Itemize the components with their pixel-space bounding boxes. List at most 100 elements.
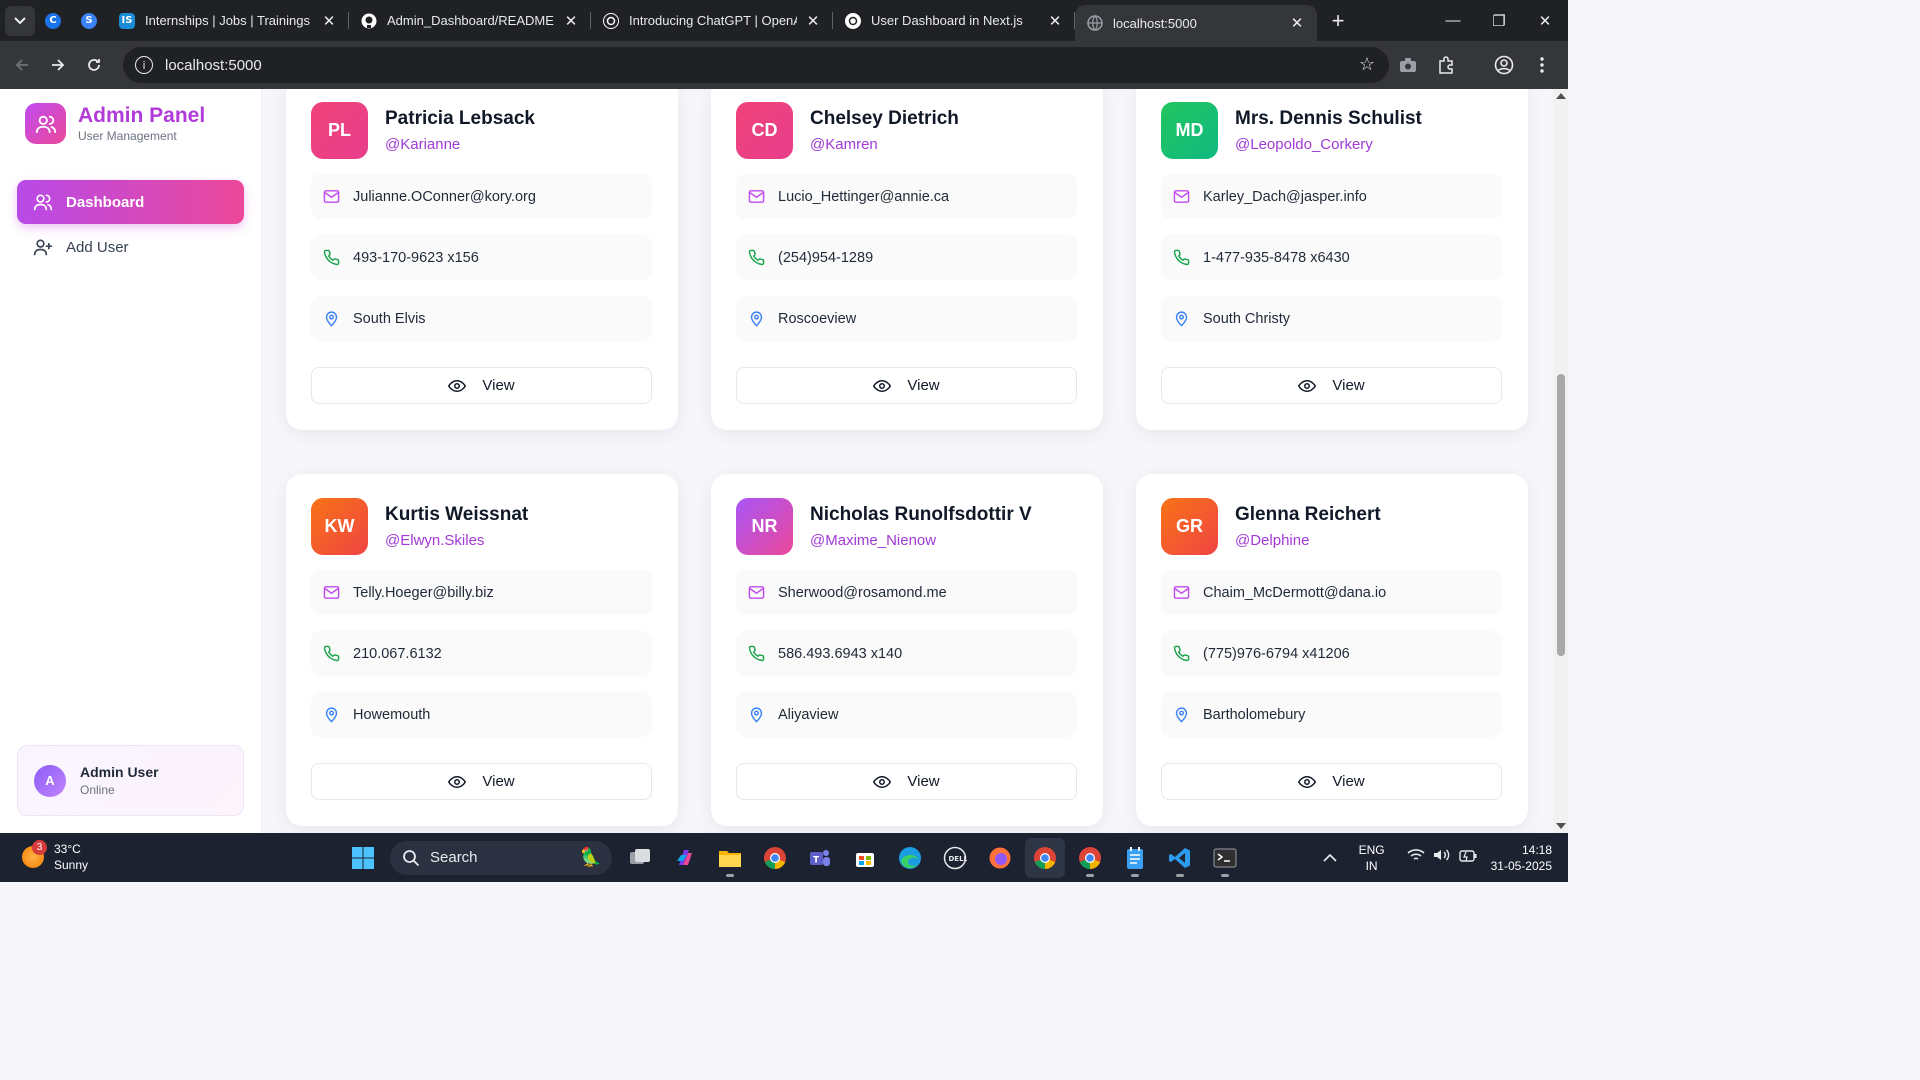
chrome-second-profile-button[interactable] bbox=[1070, 838, 1110, 878]
profile-icon[interactable] bbox=[1486, 47, 1522, 83]
battery-icon[interactable] bbox=[1458, 849, 1477, 867]
eye-icon bbox=[1298, 377, 1317, 395]
avatar: PL bbox=[311, 102, 368, 159]
view-user-button[interactable]: View bbox=[736, 763, 1077, 800]
task-view-button[interactable] bbox=[620, 838, 660, 878]
address-bar[interactable]: i localhost:5000 ☆ bbox=[123, 47, 1389, 83]
notification-badge: 3 bbox=[32, 840, 47, 855]
arrow-right-icon bbox=[52, 59, 65, 71]
email-value: Sherwood@rosamond.me bbox=[778, 584, 947, 601]
browser-tab[interactable]: User Dashboard in Next.js ✕ bbox=[833, 0, 1075, 41]
sidebar: Admin Panel User Management Dashboard Add… bbox=[0, 89, 262, 833]
user-name: Nicholas Runolfsdottir V bbox=[810, 504, 1032, 525]
page-scrollbar[interactable] bbox=[1553, 89, 1568, 833]
bird-decoration-icon: 🦜 bbox=[579, 846, 602, 867]
close-window-button[interactable]: ✕ bbox=[1522, 0, 1568, 41]
location-field: South Christy bbox=[1161, 296, 1502, 341]
chatgpt-icon bbox=[845, 12, 861, 29]
user-handle: @Elwyn.Skiles bbox=[385, 532, 485, 549]
wifi-icon[interactable] bbox=[1407, 848, 1425, 867]
new-tab-button[interactable]: + bbox=[1323, 8, 1353, 34]
view-user-button[interactable]: View bbox=[311, 763, 652, 800]
avatar: GR bbox=[1161, 498, 1218, 555]
close-tab-icon[interactable]: ✕ bbox=[563, 12, 579, 30]
current-user-card[interactable]: A Admin User Online bbox=[17, 745, 244, 816]
menu-kebab-icon[interactable] bbox=[1524, 47, 1560, 83]
location-field: Aliyaview bbox=[736, 692, 1077, 737]
user-name: Chelsey Dietrich bbox=[810, 108, 959, 129]
pinned-tab-c[interactable]: C bbox=[35, 0, 71, 41]
close-tab-icon[interactable]: ✕ bbox=[805, 12, 821, 30]
sidebar-item-add-user[interactable]: Add User bbox=[17, 225, 244, 269]
browser-tab-bar: C S IS Internships | Jobs | Trainings & I… bbox=[0, 0, 1568, 41]
tab-search-button[interactable] bbox=[5, 5, 35, 36]
notepad-button[interactable] bbox=[1115, 838, 1155, 878]
email-field: Sherwood@rosamond.me bbox=[736, 570, 1077, 615]
terminal-icon bbox=[1213, 848, 1236, 867]
scroll-up-icon[interactable] bbox=[1556, 93, 1566, 99]
scroll-down-icon[interactable] bbox=[1556, 823, 1566, 829]
location-value: Howemouth bbox=[353, 706, 431, 723]
camera-icon[interactable] bbox=[1390, 47, 1426, 83]
sidebar-item-label: Dashboard bbox=[66, 193, 145, 211]
pinned-tab-s[interactable]: S bbox=[71, 0, 107, 41]
vscode-button[interactable] bbox=[1160, 838, 1200, 878]
system-clock[interactable]: 14:18 31-05-2025 bbox=[1491, 842, 1552, 874]
users-logo-icon bbox=[25, 103, 66, 144]
close-tab-icon[interactable]: ✕ bbox=[1047, 12, 1063, 30]
chrome-profile-button[interactable] bbox=[1024, 837, 1065, 878]
phone-value: 210.067.6132 bbox=[353, 645, 442, 662]
close-tab-icon[interactable]: ✕ bbox=[1289, 14, 1305, 32]
browser-tab[interactable]: Introducing ChatGPT | OpenAI ✕ bbox=[591, 0, 833, 41]
location-field: Roscoeview bbox=[736, 296, 1077, 341]
view-label: View bbox=[482, 773, 515, 790]
weather-widget[interactable]: 3 33°C Sunny bbox=[22, 840, 88, 873]
email-value: Telly.Hoeger@billy.biz bbox=[353, 584, 494, 601]
site-info-icon[interactable]: i bbox=[135, 56, 153, 74]
edge-icon bbox=[898, 846, 921, 869]
back-button[interactable] bbox=[4, 47, 40, 83]
copilot-button[interactable] bbox=[665, 838, 705, 878]
close-tab-icon[interactable]: ✕ bbox=[321, 12, 337, 30]
edge-button[interactable] bbox=[890, 838, 930, 878]
bookmark-star-icon[interactable]: ☆ bbox=[1359, 54, 1375, 75]
chevron-up-icon[interactable] bbox=[1323, 849, 1337, 867]
notepad-icon bbox=[1126, 846, 1143, 869]
chrome-button[interactable] bbox=[755, 838, 795, 878]
task-view-icon bbox=[629, 848, 650, 864]
file-explorer-button[interactable] bbox=[710, 838, 750, 878]
reload-button[interactable] bbox=[76, 47, 112, 83]
chevron-down-icon bbox=[14, 16, 26, 24]
phone-value: 1-477-935-8478 x6430 bbox=[1203, 249, 1350, 266]
user-handle: @Kamren bbox=[810, 136, 878, 153]
dell-button[interactable]: DELL bbox=[935, 838, 975, 878]
browser-tab[interactable]: localhost:5000 ✕ bbox=[1075, 5, 1317, 41]
browser-tab[interactable]: IS Internships | Jobs | Trainings & I ✕ bbox=[107, 0, 349, 41]
teams-button[interactable]: T bbox=[800, 838, 840, 878]
restore-button[interactable]: ❐ bbox=[1476, 0, 1522, 41]
store-icon bbox=[855, 852, 874, 867]
language-indicator[interactable]: ENG IN bbox=[1359, 842, 1385, 874]
sidebar-item-dashboard[interactable]: Dashboard bbox=[17, 180, 244, 224]
store-button[interactable] bbox=[845, 838, 885, 878]
browser-tab[interactable]: Admin_Dashboard/README.md ✕ bbox=[349, 0, 591, 41]
window-controls: — ❐ ✕ bbox=[1430, 0, 1568, 41]
taskbar-search[interactable]: Search 🦜 bbox=[390, 840, 612, 875]
extensions-icon[interactable] bbox=[1428, 47, 1464, 83]
avatar: NR bbox=[736, 498, 793, 555]
view-user-button[interactable]: View bbox=[736, 367, 1077, 404]
scroll-thumb[interactable] bbox=[1557, 374, 1565, 656]
view-user-button[interactable]: View bbox=[1161, 763, 1502, 800]
location-value: Aliyaview bbox=[778, 706, 839, 723]
start-button[interactable] bbox=[343, 838, 383, 878]
phone-value: (254)954-1289 bbox=[778, 249, 874, 266]
view-user-button[interactable]: View bbox=[1161, 367, 1502, 404]
phone-field: 1-477-935-8478 x6430 bbox=[1161, 235, 1502, 280]
terminal-button[interactable] bbox=[1205, 838, 1245, 878]
firefox-button[interactable] bbox=[980, 838, 1020, 878]
location-value: Bartholomebury bbox=[1203, 706, 1306, 723]
volume-icon[interactable] bbox=[1433, 848, 1451, 867]
minimize-button[interactable]: — bbox=[1430, 0, 1476, 41]
forward-button[interactable] bbox=[40, 47, 76, 83]
view-user-button[interactable]: View bbox=[311, 367, 652, 404]
